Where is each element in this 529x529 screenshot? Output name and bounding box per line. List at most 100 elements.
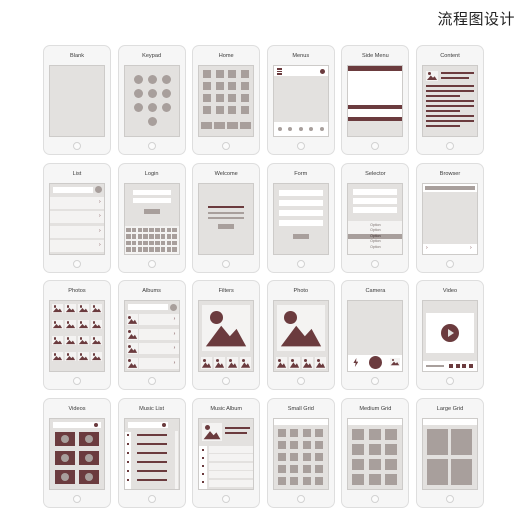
keyboard-key [126, 240, 131, 245]
app-icon [228, 70, 237, 78]
keyboard-key [137, 227, 143, 232]
add-icon [169, 303, 177, 311]
phone-music-album: Music Album [192, 397, 261, 508]
content-heading [441, 72, 474, 74]
large-grid-cell [427, 428, 448, 455]
option-item[interactable]: Option [348, 228, 402, 233]
screen-label: Videos [68, 405, 86, 412]
phone-music-list: Music List [117, 397, 186, 508]
mountain-icon [78, 324, 89, 329]
screen-large-grid [422, 417, 478, 490]
filter-thumbnail [214, 357, 226, 369]
keyboard-key [172, 240, 177, 245]
screen-label: Video [442, 288, 458, 294]
photo-thumbnail [78, 304, 89, 313]
small-grid-cell [315, 428, 324, 437]
play-icon [61, 434, 69, 443]
keyboard-key [160, 240, 166, 245]
screen-label: Music Album [210, 405, 243, 412]
home-button [371, 377, 380, 385]
home-button [147, 142, 156, 150]
keyboard-key [137, 247, 143, 252]
mountain-icon [202, 362, 212, 368]
home-button [371, 259, 380, 268]
selector-field [353, 197, 398, 204]
keyboard-key [155, 234, 160, 239]
add-icon [95, 186, 102, 193]
keyboard-key [126, 227, 131, 232]
keyboard-key [155, 247, 160, 252]
screen-label: Form [294, 170, 308, 177]
medium-grid-cell [368, 473, 381, 485]
screen-label: Camera [365, 288, 386, 294]
app-icon [240, 106, 249, 114]
screen-menus [272, 65, 329, 137]
screen-medium-grid [347, 417, 404, 490]
filter-thumbnail [240, 357, 252, 369]
track-row [209, 454, 254, 461]
small-grid-cell [315, 476, 324, 485]
album-search-input [127, 304, 168, 310]
keyboard-key [126, 234, 131, 239]
album-cover [126, 343, 138, 354]
photo-thumbnail [78, 320, 89, 329]
chevron-right-icon: › [99, 198, 101, 205]
keyboard-key [149, 247, 154, 252]
phone-form: Form [266, 162, 335, 273]
keyboard-key [143, 247, 148, 252]
screen-small-grid [272, 417, 329, 490]
url-field [425, 185, 475, 190]
mountain-icon [52, 324, 63, 329]
forward-icon: › [470, 244, 472, 251]
app-icon [203, 106, 212, 114]
photo-thumbnail [52, 352, 63, 361]
track-dot [202, 472, 205, 475]
filter-preview [202, 305, 251, 351]
media-control-icon [468, 363, 473, 368]
dock-item [227, 122, 239, 129]
photo-thumbnail [91, 320, 102, 329]
option-item[interactable]: Option [348, 233, 403, 239]
video-thumbnail [55, 469, 75, 484]
play-icon [61, 453, 69, 462]
medium-grid-cell [385, 458, 398, 470]
keypad-key [133, 89, 143, 98]
mountain-icon [127, 318, 137, 324]
keyboard-key [172, 227, 177, 232]
app-icon [240, 82, 249, 90]
screen-photo [272, 300, 329, 372]
filter-thumbnail [201, 357, 213, 369]
content-line [441, 77, 469, 79]
option-item[interactable]: Option [348, 245, 402, 250]
grid-header [273, 418, 328, 425]
screen-filters [198, 300, 255, 372]
option-item[interactable]: Option [348, 223, 402, 228]
screen-keypad [123, 65, 180, 137]
medium-grid-cell [385, 473, 398, 485]
mountain-icon [91, 340, 102, 345]
content-line [426, 100, 474, 102]
index-dot [126, 478, 129, 481]
search-icon [161, 422, 166, 427]
keyboard-key [166, 227, 172, 232]
medium-grid-cell [352, 443, 365, 455]
screen-label: Side Menu [362, 53, 389, 59]
album-cover [126, 314, 138, 325]
keypad-key [133, 75, 143, 84]
photo-thumbnail [91, 304, 102, 313]
play-icon [85, 472, 93, 481]
large-grid-cell [427, 458, 448, 485]
mountain-icon [127, 333, 137, 339]
screen-label: Welcome [214, 170, 238, 177]
screen-welcome [198, 182, 255, 255]
medium-grid-cell [352, 458, 365, 470]
option-item[interactable]: Option [348, 239, 402, 244]
small-grid-cell [302, 464, 311, 473]
form-field [278, 219, 323, 226]
album-row [138, 328, 179, 340]
video-thumbnail [79, 431, 99, 446]
dock-item [201, 122, 213, 129]
screen-label: Login [144, 170, 159, 177]
keyboard-key [166, 247, 172, 252]
keyboard-key [143, 227, 148, 232]
